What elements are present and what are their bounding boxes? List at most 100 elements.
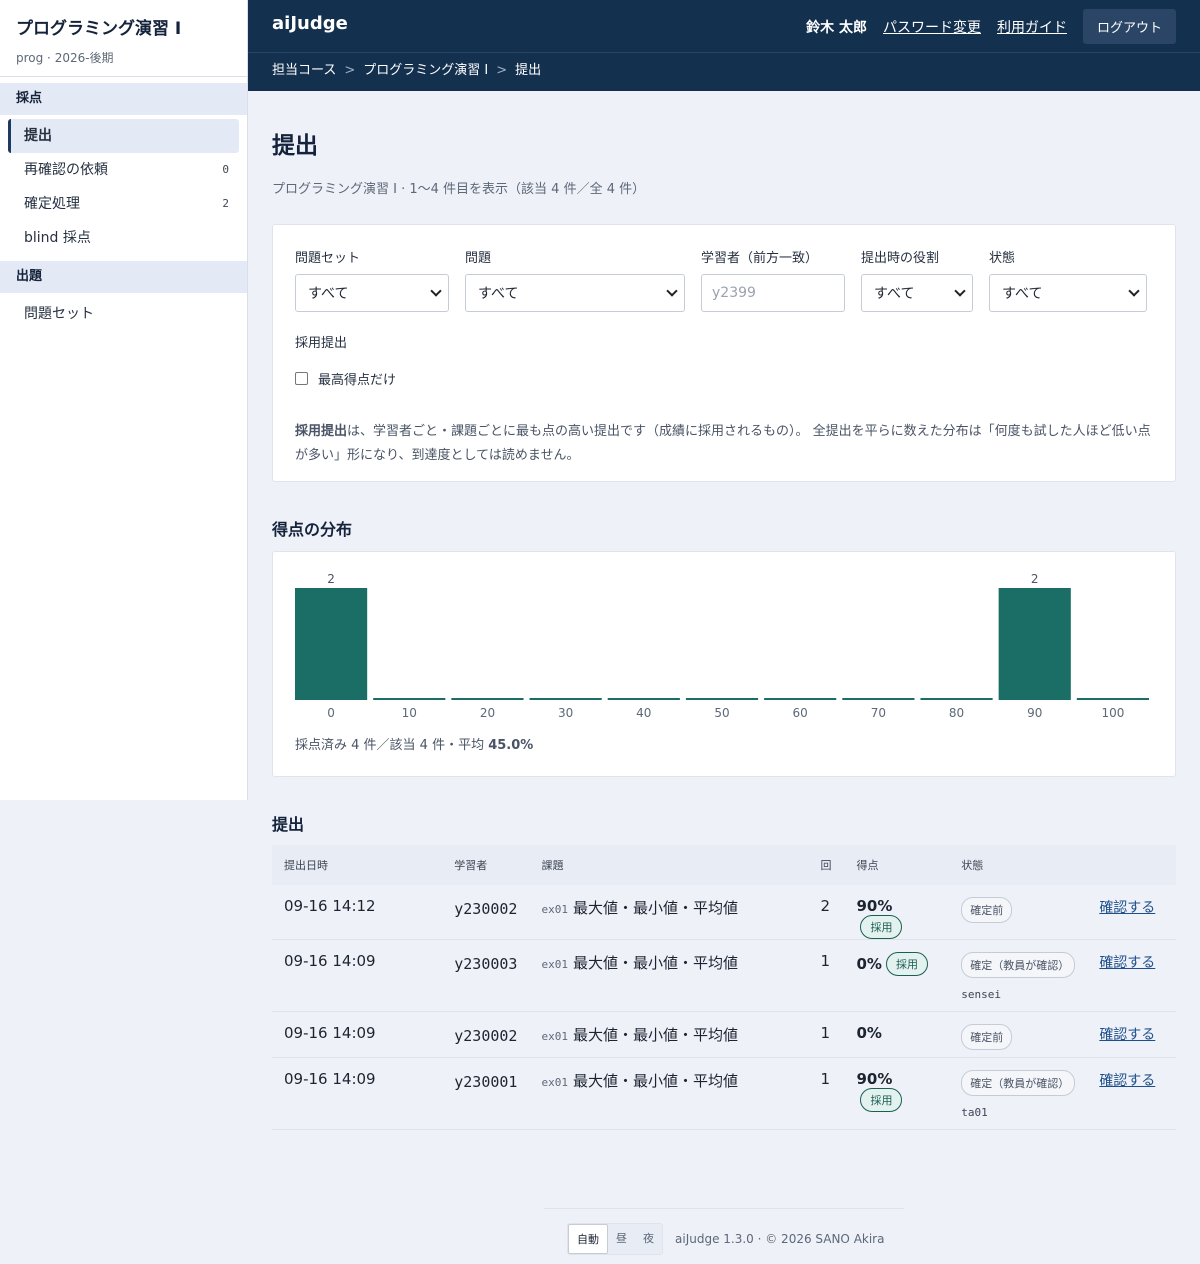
theme-auto-button[interactable]: 自動 bbox=[568, 1224, 608, 1254]
role-select[interactable]: すべて bbox=[861, 274, 973, 312]
histogram-bar-80 bbox=[920, 698, 993, 700]
review-link[interactable]: 確認する bbox=[1099, 955, 1155, 971]
distribution-summary: 採点済み 4 件／該当 4 件・平均 45.0% bbox=[295, 734, 533, 753]
change-password-link[interactable]: パスワード変更 bbox=[883, 17, 981, 37]
best-only-label[interactable]: 最高得点だけ bbox=[318, 369, 396, 388]
review-link[interactable]: 確認する bbox=[1099, 1073, 1155, 1089]
status-badge: 確定（教員が確認） bbox=[961, 1070, 1076, 1096]
logout-button[interactable]: ログアウト bbox=[1082, 9, 1176, 44]
status-badge: 確定（教員が確認） bbox=[961, 952, 1076, 978]
action-cell: 確認する bbox=[1087, 1011, 1176, 1058]
breadcrumb-course[interactable]: プログラミング演習 I bbox=[363, 63, 488, 78]
task-title: 最大値・最小値・平均値 bbox=[572, 1026, 738, 1044]
col-task: 課題 bbox=[529, 845, 809, 885]
adopted-badge: 採用 bbox=[860, 1088, 903, 1112]
sidebar-item-label: blind 採点 bbox=[24, 230, 91, 246]
learner-input[interactable] bbox=[701, 274, 845, 312]
table-row: 09-16 14:09 y230002 ex01 最大値・最小値・平均値 1 0%… bbox=[272, 1011, 1176, 1058]
sidebar-item-recheck-requests[interactable]: 再確認の依頼 0 bbox=[8, 153, 239, 187]
histogram-bar-60 bbox=[764, 698, 837, 700]
top-bar: aiJudge 鈴木 太郎 パスワード変更 利用ガイド ログアウト bbox=[248, 0, 1200, 52]
select-value: すべて bbox=[1002, 286, 1043, 302]
score-cell: 90%採用 bbox=[844, 885, 950, 940]
problem-set-filter: 問題セット すべて bbox=[295, 247, 449, 312]
score-value: 90% bbox=[856, 897, 893, 915]
histogram-bar-70 bbox=[842, 698, 915, 700]
task-code: ex01 bbox=[541, 958, 568, 971]
histogram-bar-30 bbox=[529, 698, 602, 700]
user-guide-link[interactable]: 利用ガイド bbox=[997, 17, 1067, 37]
histogram-bar-40 bbox=[607, 698, 680, 700]
problem-label: 問題 bbox=[465, 251, 492, 266]
submissions-table: 提出日時 学習者 課題 回 得点 状態 09-16 14:12 y230002 … bbox=[272, 845, 1176, 1130]
chevron-down-icon bbox=[430, 285, 442, 297]
task-code: ex01 bbox=[541, 903, 568, 916]
average-score: 45.0% bbox=[488, 738, 534, 753]
histogram-bar-90 bbox=[998, 588, 1071, 700]
sidebar-item-problem-sets[interactable]: 問題セット bbox=[8, 297, 239, 331]
learner-id: y230002 bbox=[442, 885, 530, 940]
theme-night-button[interactable]: 夜 bbox=[635, 1224, 662, 1254]
bar-data-label: 2 bbox=[1031, 572, 1039, 586]
task-cell: ex01 最大値・最小値・平均値 bbox=[529, 1057, 809, 1130]
col-status: 状態 bbox=[949, 845, 1088, 885]
learner-id: y230003 bbox=[442, 939, 530, 1012]
learner-label: 学習者（前方一致） bbox=[701, 251, 819, 266]
sidebar-item-label: 確定処理 bbox=[24, 196, 80, 212]
problem-set-select[interactable]: すべて bbox=[295, 274, 449, 312]
brand-logo[interactable]: aiJudge bbox=[272, 13, 348, 34]
theme-day-button[interactable]: 昼 bbox=[608, 1224, 635, 1254]
note-text: は、学習者ごと・課題ごとに最も点の高い提出です（成績に採用されるもの）。 全提出… bbox=[295, 424, 1151, 463]
status-cell: 確定（教員が確認） sensei bbox=[949, 939, 1088, 1012]
main-content: 提出 プログラミング演習 I · 1〜4 件目を表示（該当 4 件／全 4 件）… bbox=[272, 91, 1176, 1130]
user-name: 鈴木 太郎 bbox=[806, 19, 867, 36]
status-label: 状態 bbox=[989, 251, 1016, 266]
x-tick-label: 30 bbox=[558, 706, 573, 720]
task-code: ex01 bbox=[541, 1076, 568, 1089]
action-cell: 確認する bbox=[1087, 1057, 1176, 1130]
histogram-bar-20 bbox=[451, 698, 524, 700]
x-tick-label: 10 bbox=[402, 706, 417, 720]
score-cell: 0% bbox=[844, 1011, 950, 1058]
learner-id: y230001 bbox=[442, 1057, 530, 1130]
review-link[interactable]: 確認する bbox=[1099, 900, 1155, 916]
breadcrumb-courses[interactable]: 担当コース bbox=[272, 63, 336, 78]
col-action bbox=[1087, 845, 1176, 885]
sidebar-item-finalize[interactable]: 確定処理 2 bbox=[8, 187, 239, 221]
footer: 自動 昼 夜 aiJudge 1.3.0 · © 2026 SANO Akira bbox=[544, 1208, 904, 1255]
score-value: 90% bbox=[856, 1070, 893, 1088]
adopted-note: 採用提出は、学習者ごと・課題ごとに最も点の高い提出です（成績に採用されるもの）。… bbox=[295, 420, 1153, 468]
status-select[interactable]: すべて bbox=[989, 274, 1147, 312]
task-title: 最大値・最小値・平均値 bbox=[572, 899, 738, 917]
review-link[interactable]: 確認する bbox=[1099, 1027, 1155, 1043]
bar-data-label: 2 bbox=[327, 572, 335, 586]
sidebar: プログラミング演習 I prog · 2026-後期 採点 提出 再確認の依頼 … bbox=[0, 0, 248, 800]
problem-set-label: 問題セット bbox=[295, 251, 361, 266]
confirmed-by: ta01 bbox=[961, 1106, 988, 1119]
footer-version: aiJudge 1.3.0 · © 2026 SANO Akira bbox=[675, 1232, 885, 1246]
sidebar-item-blind-grading[interactable]: blind 採点 bbox=[8, 221, 239, 255]
select-value: すべて bbox=[308, 286, 349, 302]
sidebar-item-label: 問題セット bbox=[24, 306, 94, 322]
breadcrumb-separator: > bbox=[496, 63, 508, 78]
sidebar-item-label: 提出 bbox=[24, 128, 52, 144]
status-badge: 確定前 bbox=[961, 1024, 1013, 1050]
chevron-down-icon bbox=[666, 285, 678, 297]
histogram-bar-100 bbox=[1076, 698, 1149, 700]
task-code: ex01 bbox=[541, 1030, 568, 1043]
score-cell: 90%採用 bbox=[844, 1057, 950, 1130]
select-value: すべて bbox=[478, 286, 519, 302]
confirmed-by: sensei bbox=[961, 988, 1002, 1001]
role-filter: 提出時の役割 すべて bbox=[861, 247, 973, 312]
status-filter: 状態 すべて bbox=[989, 247, 1147, 312]
best-only-checkbox[interactable] bbox=[295, 372, 308, 385]
filter-panel: 問題セット すべて 問題 すべて 学習者（前方一致） 提出時の役割 bbox=[272, 224, 1176, 482]
sidebar-item-submissions[interactable]: 提出 bbox=[8, 119, 239, 153]
x-tick-label: 80 bbox=[949, 706, 964, 720]
score-value: 0% bbox=[856, 1024, 882, 1042]
table-row: 09-16 14:12 y230002 ex01 最大値・最小値・平均値 2 90… bbox=[272, 885, 1176, 940]
problem-select[interactable]: すべて bbox=[465, 274, 685, 312]
task-title: 最大値・最小値・平均値 bbox=[572, 1072, 738, 1090]
score-distribution-chart: 20 10 20 30 40 50 60 70 80290 100 bbox=[295, 572, 1149, 720]
distribution-heading: 得点の分布 bbox=[272, 520, 353, 539]
